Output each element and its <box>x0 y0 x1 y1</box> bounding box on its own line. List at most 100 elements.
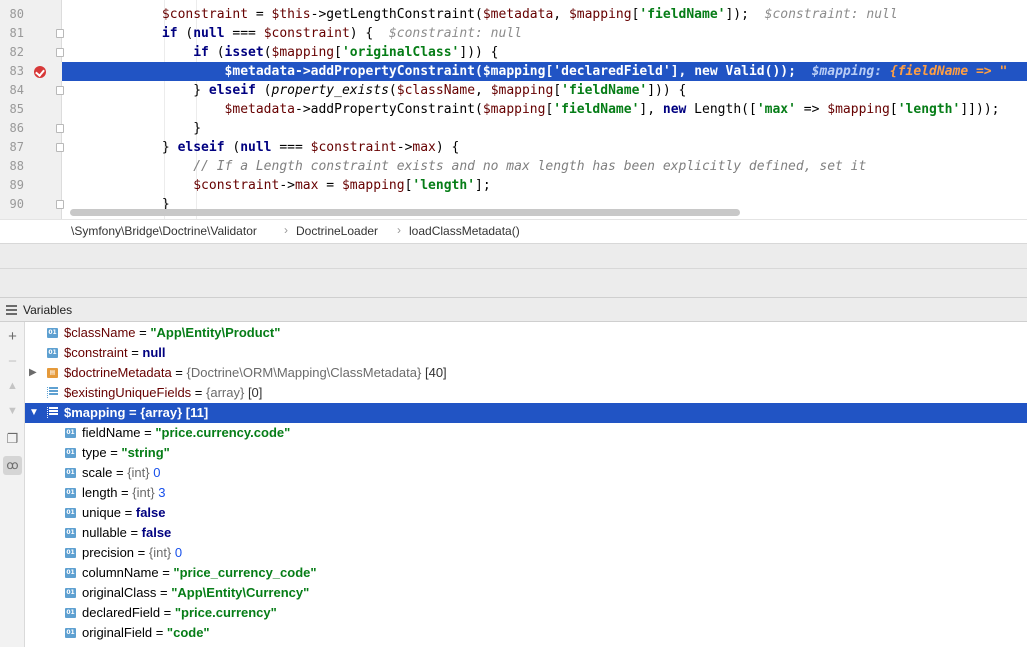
variable-text: originalClass = "App\Entity\Currency" <box>82 585 310 600</box>
code-text: // If a Length constraint exists and no … <box>68 157 866 176</box>
divider <box>0 268 1027 269</box>
array-item-row[interactable]: 01 columnName = "price_currency_code" <box>25 563 1027 583</box>
fold-marker-icon[interactable] <box>56 143 64 152</box>
item-key: length <box>82 485 118 500</box>
array-item-row[interactable]: 01 precision = {int} 0 <box>25 543 1027 563</box>
array-item-row[interactable]: 01 unique = false <box>25 503 1027 523</box>
line-number: 80 <box>9 7 24 21</box>
code-line[interactable]: 85 $metadata->addPropertyConstraint($map… <box>0 100 1027 119</box>
item-key: scale <box>82 465 113 480</box>
breakpoint-icon[interactable] <box>34 66 46 78</box>
code-text: if (isset($mapping['originalClass'])) { <box>193 45 499 60</box>
variable-row[interactable]: 01 $className = "App\Entity\Product" <box>25 323 1027 343</box>
array-item-row[interactable]: 01 originalField = "code" <box>25 623 1027 643</box>
fold-marker-icon[interactable] <box>56 200 64 209</box>
code-text: } <box>68 121 202 136</box>
breadcrumb-class[interactable]: DoctrineLoader <box>296 224 378 238</box>
code-text: if (null === $constraint) { $constraint:… <box>161 26 522 41</box>
show-watches-icon[interactable]: ꝏ <box>3 456 22 475</box>
line-number: 84 <box>9 83 24 97</box>
field-icon: 01 <box>65 488 76 498</box>
field-icon: 01 <box>65 428 76 438</box>
fold-marker-icon[interactable] <box>56 29 64 38</box>
expand-arrow-icon[interactable]: ▶ <box>29 363 39 383</box>
array-item-row[interactable]: 01 originalClass = "App\Entity\Currency" <box>25 583 1027 603</box>
add-watch-icon[interactable]: + <box>3 327 22 346</box>
item-key: fieldName <box>82 425 141 440</box>
variable-name: $existingUniqueFields <box>64 385 192 400</box>
item-value: "price.currency" <box>174 605 277 620</box>
inline-value-hint: $mapping: <box>811 64 890 79</box>
item-key: originalClass <box>82 585 157 600</box>
variable-text: nullable = false <box>82 525 172 540</box>
field-icon: 01 <box>47 328 58 338</box>
move-down-icon[interactable]: ▼ <box>3 402 22 421</box>
variables-tree[interactable]: 01 $className = "App\Entity\Product" 01 … <box>25 322 1027 647</box>
code-line[interactable]: 87 } elseif (null === $constraint->max) … <box>0 138 1027 157</box>
variable-text: type = "string" <box>82 445 170 460</box>
item-key: precision <box>82 545 135 560</box>
variable-text: $doctrineMetadata = {Doctrine\ORM\Mappin… <box>64 363 447 383</box>
code-text: $metadata->addPropertyConstraint($mappin… <box>224 102 1000 117</box>
move-up-icon[interactable]: ▲ <box>3 377 22 396</box>
horizontal-scrollbar[interactable] <box>70 209 740 216</box>
array-item-row[interactable]: 01 fieldName = "price.currency.code" <box>25 423 1027 443</box>
code-line[interactable]: 84 } elseif (property_exists($className,… <box>0 81 1027 100</box>
inline-value-hint: $constraint: null <box>764 7 898 22</box>
item-type: {int} <box>127 465 150 480</box>
code-line[interactable]: 82 if (isset($mapping['originalClass']))… <box>0 43 1027 62</box>
copy-icon[interactable]: ❐ <box>3 429 22 448</box>
line-number: 90 <box>9 197 24 211</box>
line-number: 81 <box>9 26 24 40</box>
panel-menu-icon[interactable] <box>6 305 17 315</box>
line-number: 85 <box>9 102 24 116</box>
variable-equals: = <box>135 325 151 340</box>
array-item-row[interactable]: 01 scale = {int} 0 <box>25 463 1027 483</box>
remove-watch-icon[interactable]: − <box>3 352 22 371</box>
array-icon <box>47 387 58 399</box>
variables-toolbar: + − ▲ ▼ ❐ ꝏ <box>0 322 25 647</box>
breadcrumb-namespace[interactable]: \Symfony\Bridge\Doctrine\Validator <box>71 224 257 238</box>
fold-marker-icon[interactable] <box>56 124 64 133</box>
variable-row[interactable]: 01 $constraint = null <box>25 343 1027 363</box>
variable-type: {array} <box>140 405 183 420</box>
variable-text: fieldName = "price.currency.code" <box>82 425 291 440</box>
item-type: {int} <box>148 545 172 560</box>
code-text: $constraint->max = $mapping['length']; <box>193 178 491 193</box>
code-line[interactable]: 89 $constraint->max = $mapping['length']… <box>0 176 1027 195</box>
variable-name: $constraint <box>64 345 128 360</box>
fold-marker-icon[interactable] <box>56 48 64 57</box>
field-icon: 01 <box>65 568 76 578</box>
field-icon: 01 <box>65 508 76 518</box>
fold-marker-icon[interactable] <box>56 86 64 95</box>
variable-row[interactable]: ▶ ▤ $doctrineMetadata = {Doctrine\ORM\Ma… <box>25 363 1027 383</box>
variable-name: $doctrineMetadata <box>64 365 172 380</box>
variable-row-selected[interactable]: ▼ $mapping = {array} [11] <box>25 403 1027 423</box>
panel-title: Variables <box>23 303 73 317</box>
code-line[interactable]: 80 $constraint = $this->getLengthConstra… <box>0 5 1027 24</box>
field-icon: 01 <box>65 468 76 478</box>
code-line[interactable]: 81 if (null === $constraint) { $constrai… <box>0 24 1027 43</box>
array-item-row[interactable]: 01 length = {int} 3 <box>25 483 1027 503</box>
variable-row[interactable]: $existingUniqueFields = {array} [0] <box>25 383 1027 403</box>
variable-count: [0] <box>244 385 263 400</box>
chevron-right-icon: › <box>397 223 401 237</box>
code-line[interactable]: 86 } <box>0 119 1027 138</box>
field-icon: 01 <box>65 528 76 538</box>
array-item-row[interactable]: 01 declaredField = "price.currency" <box>25 603 1027 623</box>
code-editor[interactable]: 80 $constraint = $this->getLengthConstra… <box>0 0 1027 219</box>
variable-text: $className = "App\Entity\Product" <box>64 323 280 343</box>
array-item-row[interactable]: 01 nullable = false <box>25 523 1027 543</box>
line-number: 86 <box>9 121 24 135</box>
breadcrumb-method[interactable]: loadClassMetadata() <box>409 224 520 238</box>
code-comment: // If a Length constraint exists and no … <box>193 159 867 174</box>
item-value: 0 <box>153 465 161 480</box>
variable-type: {Doctrine\ORM\Mapping\ClassMetadata} <box>186 365 422 380</box>
variable-value: null <box>142 345 166 360</box>
item-value: false <box>135 505 166 520</box>
execution-line[interactable]: 83 $metadata->addPropertyConstraint($map… <box>0 62 1027 81</box>
code-line[interactable]: 88 // If a Length constraint exists and … <box>0 157 1027 176</box>
array-item-row[interactable]: 01 type = "string" <box>25 443 1027 463</box>
item-value: "code" <box>166 625 210 640</box>
collapse-arrow-icon[interactable]: ▼ <box>29 403 39 423</box>
